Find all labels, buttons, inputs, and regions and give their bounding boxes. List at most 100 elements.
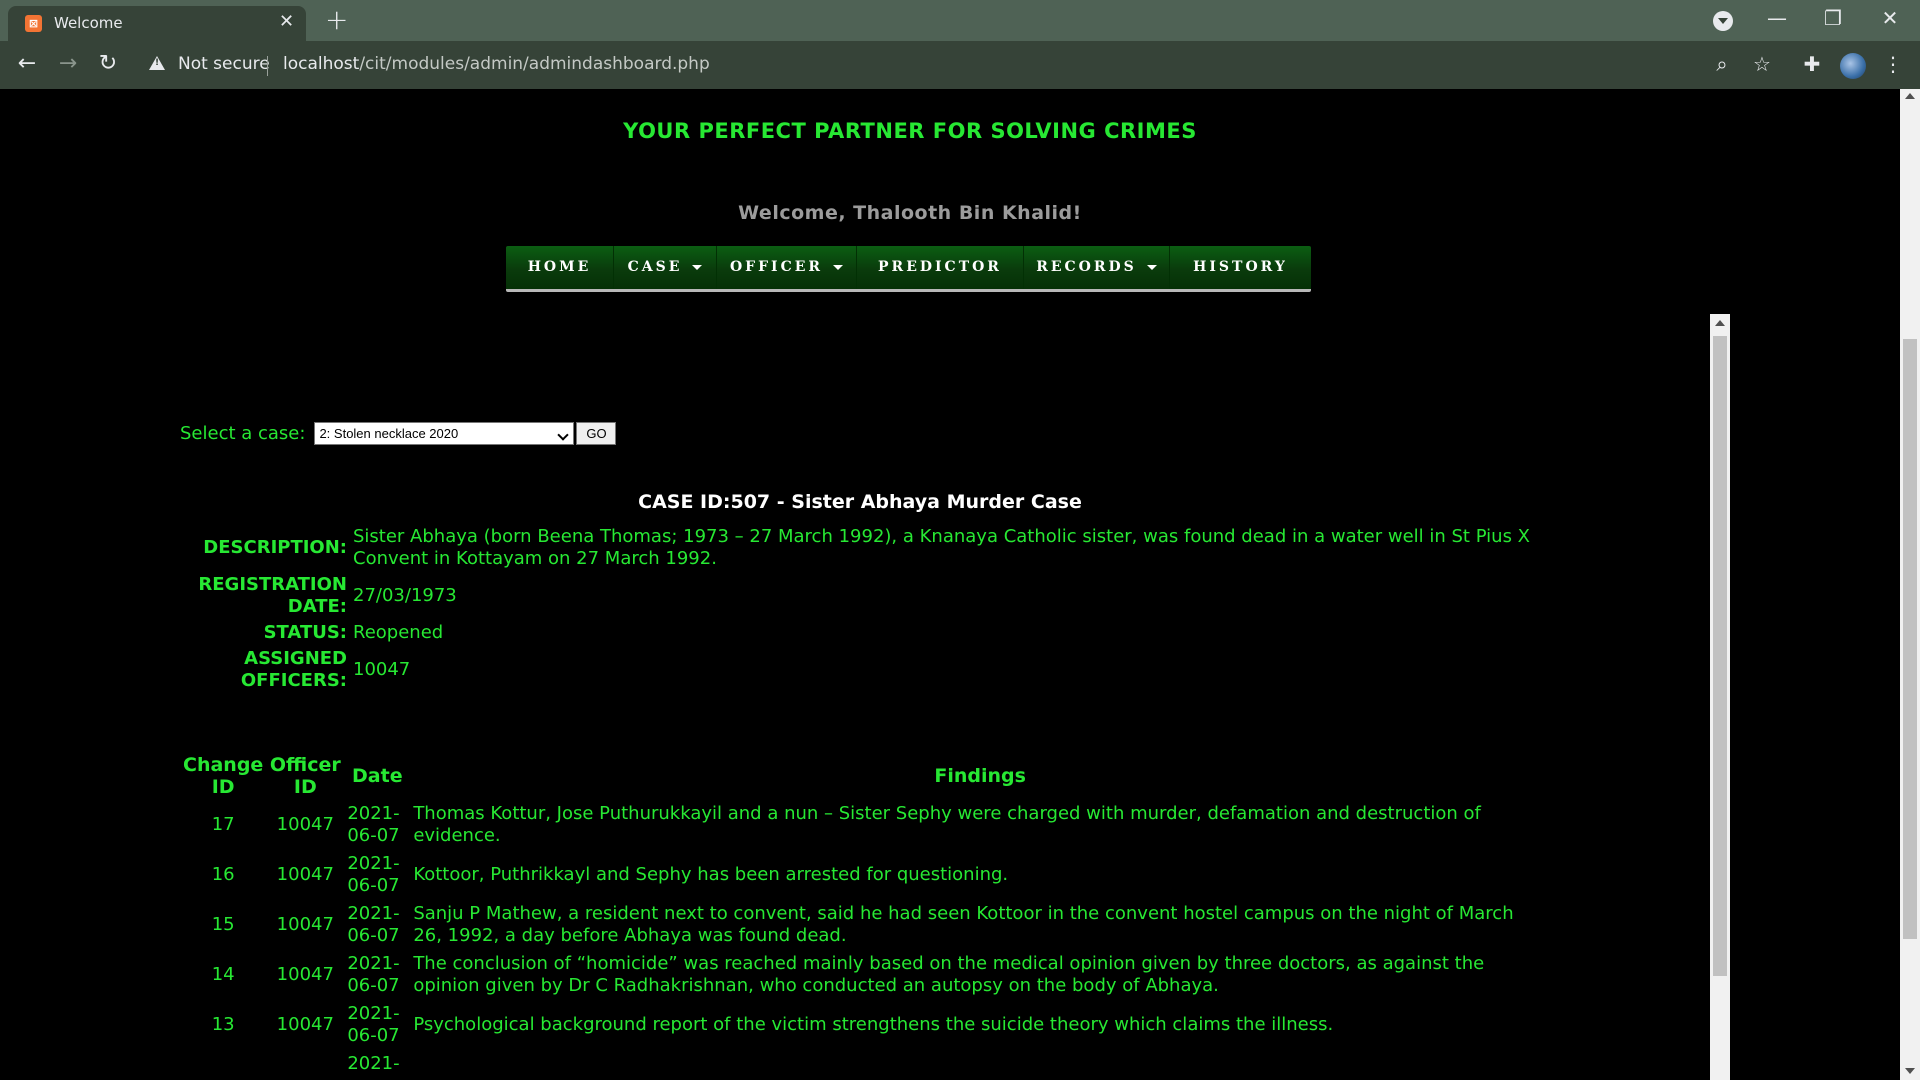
nav-home[interactable]: HOME — [506, 246, 614, 289]
back-icon[interactable]: ← — [12, 50, 42, 78]
omnibox-divider — [267, 56, 268, 76]
address-bar: ← → ↻ Not secure localhost/cit/modules/a… — [0, 41, 1920, 89]
case-title: CASE ID:507 - Sister Abhaya Murder Case — [638, 491, 1082, 513]
officer-id-cell: 10047 — [276, 914, 334, 935]
scroll-up-icon[interactable] — [1715, 320, 1725, 326]
change-id-cell: 13 — [211, 1014, 235, 1035]
case-select-label: Select a case: — [180, 423, 306, 444]
nav-case-label: CASE — [627, 259, 683, 275]
page-scrollbar[interactable] — [1900, 89, 1920, 1080]
scroll-up-icon[interactable] — [1905, 93, 1915, 99]
url-host: localhost — [283, 54, 360, 74]
nav-officer-label: OFFICER — [729, 259, 824, 275]
nav-officer[interactable]: OFFICER — [717, 246, 857, 289]
profile-avatar[interactable] — [1840, 53, 1866, 79]
nav-records-label: RECORDS — [1036, 259, 1137, 275]
nav-records[interactable]: RECORDS — [1024, 246, 1170, 289]
nav-predictor-label: PREDICTOR — [878, 259, 1002, 275]
change-id-cell — [180, 1050, 266, 1078]
zoom-icon[interactable]: ⌕ — [1707, 50, 1737, 78]
tab-search-icon[interactable] — [1713, 11, 1733, 31]
status-row: STATUS: Reopened — [180, 620, 1550, 646]
close-window-icon[interactable]: ✕ — [1870, 4, 1910, 32]
table-row: 14 10047 2021-06-07 The conclusion of “h… — [180, 950, 1550, 1000]
favicon-icon: ⊠ — [25, 15, 42, 32]
case-selector: Select a case: 2: Stolen necklace 2020 G… — [180, 422, 617, 445]
extensions-icon[interactable]: ✚ — [1797, 50, 1827, 78]
new-tab-button[interactable]: + — [325, 5, 348, 35]
officers-row: ASSIGNED OFFICERS: 10047 — [180, 646, 1550, 694]
officer-id-cell: 10047 — [276, 814, 334, 835]
star-icon[interactable]: ☆ — [1747, 50, 1777, 78]
findings-cell: The conclusion of “homicide” was reached… — [413, 953, 1485, 996]
officer-id-cell: 10047 — [276, 1014, 334, 1035]
forward-icon[interactable]: → — [53, 50, 83, 78]
header-officer-id: Officer ID — [269, 754, 341, 798]
description-label: DESCRIPTION: — [203, 537, 347, 558]
reload-icon[interactable]: ↻ — [93, 50, 123, 78]
findings-cell: Kottoor, Puthrikkayl and Sephy has been … — [413, 864, 1009, 885]
go-button[interactable]: GO — [576, 422, 617, 445]
tab-close-icon[interactable]: ✕ — [279, 11, 294, 33]
case-details: DESCRIPTION: Sister Abhaya (born Beena T… — [180, 524, 1550, 694]
browser-tab-bar: ⊠ Welcome ✕ + — ❐ ✕ — [0, 0, 1920, 41]
chevron-down-icon — [833, 264, 844, 270]
warning-icon[interactable] — [149, 56, 165, 70]
nav-home-label: HOME — [527, 259, 592, 275]
date-cell: 2021-06-07 — [347, 903, 400, 946]
page-scroll-thumb[interactable] — [1903, 339, 1917, 939]
status-value: Reopened — [353, 622, 444, 643]
status-label: STATUS: — [263, 622, 347, 643]
findings-cell — [410, 1050, 1550, 1078]
minimize-icon[interactable]: — — [1757, 4, 1797, 32]
officer-id-cell: 10047 — [276, 964, 334, 985]
registration-label: REGISTRATION DATE: — [198, 574, 347, 617]
nav-case[interactable]: CASE — [614, 246, 717, 289]
site-tagline: YOUR PERFECT PARTNER FOR SOLVING CRIMES — [623, 119, 1197, 143]
menu-icon[interactable]: ⋮ — [1878, 50, 1908, 78]
date-cell: 2021-06-07 — [347, 953, 400, 996]
frame-scrollbar[interactable] — [1710, 314, 1730, 1080]
security-label[interactable]: Not secure — [178, 54, 270, 74]
omnibox[interactable]: Not secure localhost/cit/modules/admin/a… — [139, 48, 1739, 82]
officers-label: ASSIGNED OFFICERS: — [240, 648, 347, 691]
header-change-id: Change ID — [183, 754, 264, 798]
table-row: 17 10047 2021-06-07 Thomas Kottur, Jose … — [180, 800, 1550, 850]
welcome-message: Welcome, Thalooth Bin Khalid! — [738, 202, 1082, 224]
main-navigation: HOME CASE OFFICER PREDICTOR RECORDS HIST… — [506, 246, 1311, 292]
officer-id-cell: 10047 — [276, 864, 334, 885]
url-text[interactable]: localhost/cit/modules/admin/admindashboa… — [283, 54, 710, 74]
table-row: 15 10047 2021-06-07 Sanju P Mathew, a re… — [180, 900, 1550, 950]
findings-cell: Psychological background report of the v… — [413, 1014, 1334, 1035]
table-row: 16 10047 2021-06-07 Kottoor, Puthrikkayl… — [180, 850, 1550, 900]
case-select-dropdown[interactable]: 2: Stolen necklace 2020 — [314, 422, 575, 445]
frame-scroll-thumb[interactable] — [1713, 336, 1727, 976]
date-cell: 2021- — [347, 1053, 400, 1074]
header-date: Date — [352, 765, 403, 787]
table-row: 2021- — [180, 1050, 1550, 1078]
change-id-cell: 17 — [211, 814, 235, 835]
change-id-cell: 14 — [211, 964, 235, 985]
officers-value: 10047 — [353, 659, 411, 680]
registration-value: 27/03/1973 — [353, 585, 457, 606]
findings-table: Change ID Officer ID Date Findings 17 10… — [180, 752, 1550, 1078]
table-header-row: Change ID Officer ID Date Findings — [180, 752, 1550, 800]
table-row: 13 10047 2021-06-07 Psychological backgr… — [180, 1000, 1550, 1050]
page-viewport: YOUR PERFECT PARTNER FOR SOLVING CRIMES … — [0, 89, 1920, 1080]
findings-cell: Thomas Kottur, Jose Puthurukkayil and a … — [413, 803, 1481, 846]
description-row: DESCRIPTION: Sister Abhaya (born Beena T… — [180, 524, 1550, 572]
scroll-down-icon[interactable] — [1905, 1068, 1915, 1074]
nav-history-label: HISTORY — [1193, 259, 1288, 275]
nav-predictor[interactable]: PREDICTOR — [857, 246, 1024, 289]
date-cell: 2021-06-07 — [347, 853, 400, 896]
header-findings: Findings — [934, 765, 1026, 787]
tab-title: Welcome — [54, 14, 123, 32]
change-id-cell: 15 — [211, 914, 235, 935]
restore-icon[interactable]: ❐ — [1813, 4, 1853, 32]
chevron-down-icon — [1146, 264, 1157, 270]
case-history-frame: Select a case: 2: Stolen necklace 2020 G… — [170, 314, 1730, 1080]
nav-history[interactable]: HISTORY — [1170, 246, 1311, 289]
browser-tab[interactable]: ⊠ Welcome ✕ — [8, 6, 306, 41]
officer-id-cell — [266, 1050, 344, 1078]
url-path: /cit/modules/admin/admindashboard.php — [359, 54, 710, 74]
